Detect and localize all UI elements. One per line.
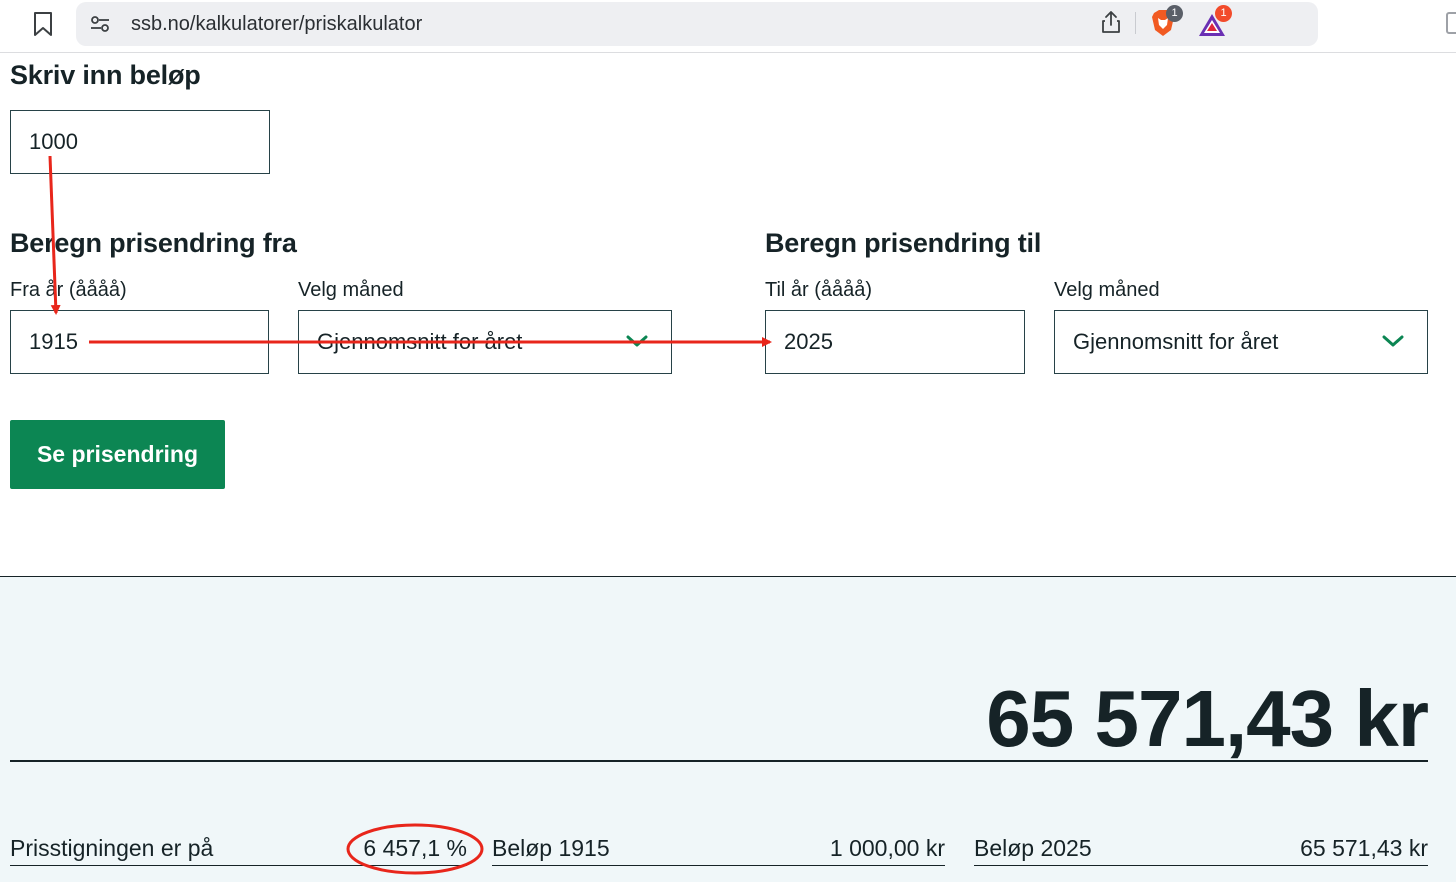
to-year-label: Til år (åååå)	[765, 279, 873, 301]
increase-label: Prisstigningen er på	[10, 835, 214, 861]
chevron-down-icon	[1382, 335, 1404, 347]
chevron-down-icon	[626, 335, 648, 347]
share-icon[interactable]	[1100, 10, 1122, 34]
amount-input-value[interactable]: 1000	[29, 129, 78, 155]
brave-shields-badge: 1	[1166, 5, 1183, 22]
to-amount-value: 65 571,43 kr	[1300, 835, 1428, 861]
from-month-label: Velg måned	[298, 279, 404, 301]
to-month-label: Velg måned	[1054, 279, 1160, 301]
to-amount-label: Beløp 2025	[974, 835, 1092, 861]
result-total: 65 571,43 kr	[986, 674, 1429, 763]
to-month-value: Gjennomsnitt for året	[1073, 329, 1279, 354]
url-text[interactable]: ssb.no/kalkulatorer/priskalkulator	[131, 13, 422, 36]
increase-row: Prisstigningen er på 6 457,1 %	[10, 833, 467, 866]
to-amount-row: Beløp 2025 65 571,43 kr	[974, 833, 1428, 866]
to-heading: Beregn prisendring til	[765, 228, 1042, 258]
to-year-value[interactable]: 2025	[784, 329, 833, 355]
from-amount-label: Beløp 1915	[492, 835, 610, 861]
site-settings-icon[interactable]	[90, 15, 110, 33]
from-year-value[interactable]: 1915	[29, 329, 78, 355]
sidebar-toggle-icon[interactable]	[1446, 12, 1456, 34]
from-month-value: Gjennomsnitt for året	[317, 329, 523, 354]
from-amount-value: 1 000,00 kr	[829, 835, 945, 861]
from-year-label: Fra år (åååå)	[10, 279, 127, 301]
bookmark-icon[interactable]	[32, 11, 54, 37]
to-year-input[interactable]: 2025	[765, 310, 1025, 374]
toolbar-separator	[1135, 12, 1136, 34]
amount-input[interactable]: 1000	[10, 110, 270, 174]
browser-toolbar: ssb.no/kalkulatorer/priskalkulator 1 1	[0, 0, 1456, 53]
result-divider	[10, 760, 1428, 762]
from-heading: Beregn prisendring fra	[10, 228, 297, 258]
address-bar[interactable]: ssb.no/kalkulatorer/priskalkulator	[76, 2, 1318, 46]
from-amount-row: Beløp 1915 1 000,00 kr	[492, 833, 945, 866]
from-month-select[interactable]: Gjennomsnitt for året	[298, 310, 672, 374]
calculate-button[interactable]: Se prisendring	[10, 420, 225, 489]
to-month-select[interactable]: Gjennomsnitt for året	[1054, 310, 1428, 374]
brave-rewards-badge: 1	[1215, 5, 1232, 22]
increase-value: 6 457,1 %	[363, 835, 467, 861]
from-year-input[interactable]: 1915	[10, 310, 269, 374]
amount-heading: Skriv inn beløp	[10, 60, 201, 90]
